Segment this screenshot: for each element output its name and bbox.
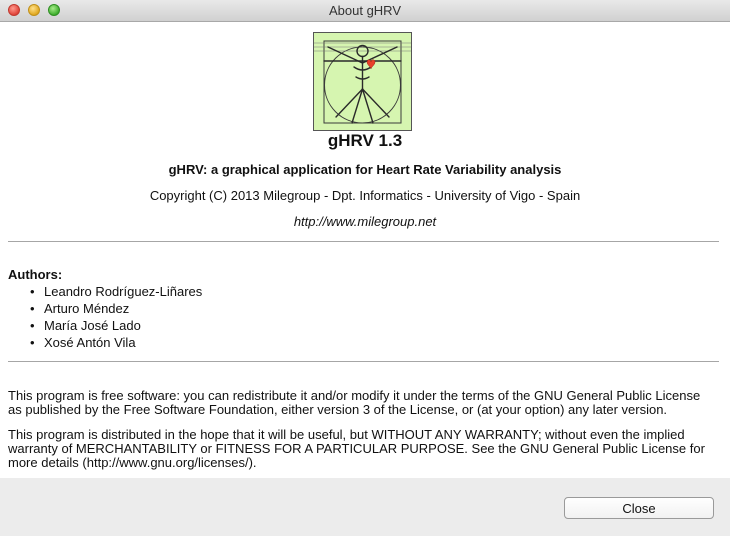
divider-top — [8, 241, 719, 242]
authors-list: • Leandro Rodríguez-Liñares • Arturo Ménde… — [30, 283, 202, 351]
bullet-icon: • — [30, 335, 35, 350]
bullet-icon: • — [30, 301, 35, 316]
license-line: as published by the Free Software Founda… — [8, 402, 668, 417]
list-item: • Arturo Méndez — [30, 300, 202, 317]
title-bar[interactable]: About gHRV — [0, 0, 730, 22]
license-line: warranty of MERCHANTABILITY or FITNESS F… — [8, 441, 705, 456]
license-paragraph-1: This program is free software: you can r… — [8, 389, 723, 417]
about-dialog: About gHRV gHRV 1.3 gHRV: a graphical ap… — [0, 0, 730, 536]
window-title: About gHRV — [328, 3, 402, 18]
app-subtitle: gHRV: a graphical application for Heart … — [168, 162, 562, 177]
dialog-footer: Close — [0, 478, 730, 536]
list-item: • Leandro Rodríguez-Liñares — [30, 283, 202, 300]
about-content: gHRV 1.3 gHRV: a graphical application f… — [0, 22, 730, 478]
author-name: Arturo Méndez — [44, 301, 130, 316]
copyright-text: Copyright (C) 2013 Milegroup - Dpt. Info… — [149, 188, 581, 203]
license-paragraph-2: This program is distributed in the hope … — [8, 428, 723, 470]
license-line: This program is free software: you can r… — [8, 388, 701, 403]
authors-heading: Authors: — [8, 267, 63, 282]
divider-bottom — [8, 361, 719, 362]
license-line: This program is distributed in the hope … — [8, 427, 685, 442]
author-name: Leandro Rodríguez-Liñares — [44, 284, 203, 299]
bullet-icon: • — [30, 318, 35, 333]
list-item: • Xosé Antón Vila — [30, 334, 202, 351]
app-title: gHRV 1.3 — [327, 131, 403, 150]
author-name: María José Lado — [44, 318, 141, 333]
bullet-icon: • — [30, 284, 35, 299]
website-link[interactable]: http://www.milegroup.net — [0, 214, 730, 229]
author-name: Xosé Antón Vila — [44, 335, 136, 350]
list-item: • María José Lado — [30, 317, 202, 334]
close-button[interactable]: Close — [564, 497, 714, 519]
license-line: more details (http://www.gnu.org/license… — [8, 455, 257, 470]
vitruvian-man-icon — [313, 32, 412, 131]
